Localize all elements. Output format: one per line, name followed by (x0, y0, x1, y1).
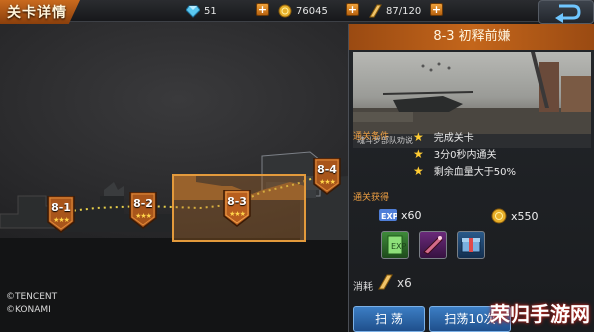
stage-preview-image (353, 52, 591, 134)
rewards-heading: 通关获得 (353, 193, 390, 203)
supply-box-icon (461, 238, 481, 253)
cost-label: 消耗 (353, 282, 373, 293)
condition-item: ★ 剩余血量大于50% (413, 163, 516, 179)
stage-stars: ★★★ (229, 210, 246, 218)
stage-label: 8-4 (317, 163, 337, 176)
green-card-icon: EXP (387, 235, 407, 255)
add-stamina-button[interactable]: + (430, 3, 443, 16)
page-title: 关卡详情 (7, 5, 67, 21)
stage-label: 8-3 (227, 195, 247, 208)
star-icon: ★ (413, 146, 424, 161)
bullet-stamina-icon (369, 4, 382, 18)
svg-text:EXP: EXP (391, 242, 407, 251)
diamond-count: 51 (204, 5, 217, 17)
stage-label: 8-1 (51, 201, 71, 214)
stage-title: 8-3 初释前嫌 (349, 24, 594, 50)
gold-coin-icon (278, 4, 292, 18)
svg-text:EXP: EXP (381, 212, 397, 221)
exp-icon: EXP (379, 209, 397, 221)
top-bar: 关卡详情 51 + 76045 + 87/120 + (0, 0, 594, 24)
stage-node-8-1[interactable]: 8-1 ★★★ (46, 196, 76, 234)
condition-text: 剩余血量大于50% (433, 167, 516, 178)
sweep-button[interactable]: 扫 荡 (353, 306, 425, 332)
copyright-konami: ©KONAMI (6, 305, 51, 315)
add-diamond-button[interactable]: + (256, 3, 269, 16)
stage-detail-panel: 8-3 初释前嫌 魂斗罗部队劝说 通关条件 ★ 完成关卡 ★ 3分0秒内通关 ★… (348, 24, 594, 332)
stage-stars: ★★★ (319, 178, 336, 186)
gold-counter: 76045 (278, 3, 328, 19)
gold-reward: x550 (491, 208, 539, 224)
cost-amount: x6 (397, 276, 412, 290)
gold-count: 76045 (296, 5, 328, 17)
gold-reward-amount: x550 (511, 209, 539, 223)
diamond-icon (186, 5, 200, 18)
reward-item-purple-weapon[interactable] (419, 231, 447, 259)
reward-item-blue-box[interactable] (457, 231, 485, 259)
helicopter-scene-image (353, 52, 591, 134)
stage-stars: ★★★ (135, 212, 152, 220)
stage-node-8-2[interactable]: 8-2 ★★★ (128, 192, 158, 230)
exp-reward: EXP x60 (379, 208, 422, 222)
stage-stars: ★★★ (53, 216, 70, 224)
condition-text: 完成关卡 (433, 133, 474, 144)
battlefield-silhouette (0, 151, 348, 332)
reward-item-green-card[interactable]: EXP (381, 231, 409, 259)
stage-label: 8-2 (133, 197, 153, 210)
bullet-stamina-icon (378, 274, 393, 290)
exp-reward-amount: x60 (401, 208, 422, 222)
conditions-heading: 通关条件 (353, 132, 390, 142)
condition-item: ★ 完成关卡 (413, 129, 474, 145)
stamina-count: 87/120 (386, 5, 422, 17)
back-arrow-icon (555, 4, 581, 23)
weapon-part-icon (423, 236, 443, 255)
page-title-plate: 关卡详情 (0, 0, 80, 24)
stamina-counter: 87/120 (368, 3, 421, 19)
star-icon: ★ (413, 163, 424, 178)
copyright-tencent: ©TENCENT (6, 292, 58, 302)
star-icon: ★ (413, 129, 424, 144)
gold-coin-icon (491, 208, 507, 224)
condition-text: 3分0秒内通关 (433, 150, 497, 161)
stage-node-8-3[interactable]: 8-3 ★★★ (222, 190, 252, 228)
diamond-counter: 51 (186, 3, 217, 19)
add-gold-button[interactable]: + (346, 3, 359, 16)
condition-item: ★ 3分0秒内通关 (413, 146, 497, 162)
back-button[interactable] (538, 0, 594, 24)
site-watermark: 荣归手游网 (490, 302, 590, 326)
stage-node-8-4[interactable]: 8-4 ★★★ (312, 158, 342, 196)
